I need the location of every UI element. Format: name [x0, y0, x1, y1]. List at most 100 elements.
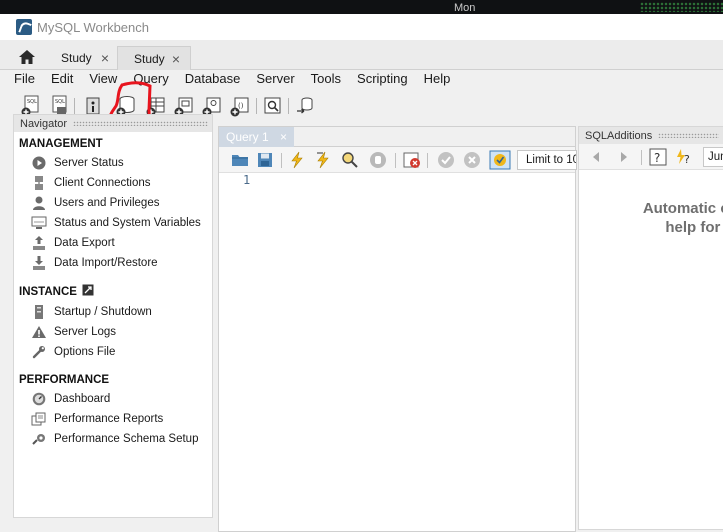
toolbar-separator [74, 98, 75, 114]
menu-bar: File Edit View Query Database Server Too… [0, 70, 723, 87]
menu-edit[interactable]: Edit [51, 71, 73, 86]
nav-item-dashboard[interactable]: Dashboard [14, 389, 212, 409]
nav-item-users-privileges[interactable]: Users and Privileges [14, 193, 212, 213]
rollback-x-icon[interactable] [463, 151, 481, 169]
window-title: MySQL Workbench [37, 19, 149, 35]
monitor-icon [30, 215, 48, 231]
menu-tools[interactable]: Tools [311, 71, 341, 86]
open-folder-icon[interactable] [231, 152, 249, 168]
menu-help[interactable]: Help [424, 71, 451, 86]
panel-grip[interactable] [73, 121, 208, 126]
toolbar-separator [427, 153, 428, 168]
section-management: MANAGEMENT [19, 138, 103, 150]
stop-hand-icon[interactable] [369, 151, 387, 169]
database-reconnect-icon [297, 97, 313, 114]
desktop-label: Mon [454, 2, 476, 14]
connection-tab-row: Study × Study × [0, 40, 723, 70]
nav-item-status-variables[interactable]: Status and System Variables [14, 213, 212, 233]
menu-query[interactable]: Query [133, 71, 168, 86]
create-function-button[interactable]: () [229, 94, 251, 118]
connection-tab-study-1[interactable]: Study × [45, 46, 119, 70]
sql-additions-panel: SQLAdditions ? ? Jun Automatic con help … [578, 126, 723, 530]
menu-file[interactable]: File [14, 71, 35, 86]
context-help-icon[interactable]: ? [649, 148, 667, 166]
explain-magnifier-icon[interactable] [341, 151, 359, 169]
connection-tab-study-2[interactable]: Study × [117, 46, 191, 70]
menu-scripting[interactable]: Scripting [357, 71, 408, 86]
connections-icon [30, 175, 48, 191]
search-table-data-button[interactable] [262, 94, 284, 118]
nav-item-server-logs[interactable]: Server Logs [14, 322, 212, 342]
section-performance: PERFORMANCE [19, 374, 110, 386]
commit-check-icon[interactable] [437, 151, 455, 169]
nav-item-label: Performance Schema Setup [54, 433, 199, 445]
auto-help-icon[interactable]: ? [675, 148, 693, 166]
gauge-icon [30, 391, 48, 407]
nav-item-label: Startup / Shutdown [54, 306, 152, 318]
navigator-header: Navigator [14, 115, 212, 132]
nav-item-label: Options File [54, 346, 116, 358]
reports-icon [30, 411, 48, 427]
section-title: INSTANCE [19, 285, 77, 298]
desktop-graph [640, 2, 723, 12]
nav-item-client-connections[interactable]: Client Connections [14, 173, 212, 193]
svg-text:SQL: SQL [55, 99, 65, 105]
mysql-workbench-logo-icon [16, 19, 32, 35]
workbench-window: MySQL Workbench Study × Study × File Edi… [0, 14, 723, 532]
nav-item-startup-shutdown[interactable]: Startup / Shutdown [14, 302, 212, 322]
toolbar-separator [281, 153, 282, 168]
nav-item-label: Data Import/Restore [54, 257, 158, 269]
nav-item-data-export[interactable]: Data Export [14, 233, 212, 253]
export-icon [30, 235, 48, 251]
nav-item-data-import[interactable]: Data Import/Restore [14, 253, 212, 273]
execute-lightning-icon[interactable] [289, 151, 305, 169]
tab-query-1[interactable]: Query 1 × [219, 127, 294, 147]
limit-rows-select[interactable]: Limit to 10 [517, 150, 577, 170]
sql-additions-toolbar: ? ? Jun [579, 144, 723, 170]
toggle-error-icon[interactable] [403, 151, 421, 169]
search-table-icon [264, 97, 281, 114]
nav-item-server-status[interactable]: Server Status [14, 153, 212, 173]
panel-grip[interactable] [658, 133, 719, 138]
warning-icon [30, 324, 48, 340]
toolbar-separator [256, 98, 257, 114]
editor-tab-bar: Query 1 × [219, 127, 575, 147]
tab-label: Study [134, 51, 165, 66]
close-icon[interactable]: × [101, 51, 109, 65]
menu-server[interactable]: Server [256, 71, 294, 86]
editor-toolbar: Limit to 10 [219, 147, 577, 173]
nav-item-label: Users and Privileges [54, 197, 160, 209]
context-help-message: Automatic con help for the [607, 199, 723, 237]
nav-item-options-file[interactable]: Options File [14, 342, 212, 362]
forward-arrow-icon[interactable] [619, 151, 629, 163]
svg-text:(): () [238, 102, 244, 110]
title-bar: MySQL Workbench [0, 14, 723, 40]
menu-view[interactable]: View [89, 71, 117, 86]
reconnect-button[interactable] [294, 94, 316, 118]
autocommit-toggle-icon[interactable] [489, 150, 511, 170]
help-line-1: Automatic con [642, 200, 723, 217]
tab-label: Study [61, 51, 92, 65]
menu-database[interactable]: Database [185, 71, 241, 86]
save-icon[interactable] [257, 152, 273, 168]
nav-item-performance-reports[interactable]: Performance Reports [14, 409, 212, 429]
nav-item-label: Client Connections [54, 177, 151, 189]
nav-item-label: Status and System Variables [54, 217, 201, 229]
close-icon[interactable]: × [280, 131, 287, 143]
instance-status-icon [82, 284, 94, 299]
nav-item-performance-schema-setup[interactable]: Performance Schema Setup [14, 429, 212, 449]
toolbar-separator [395, 153, 396, 168]
editor-tab-label: Query 1 [226, 130, 269, 144]
sql-additions-header: SQLAdditions [579, 127, 723, 144]
help-line-2: help for the [665, 219, 723, 236]
close-icon[interactable]: × [172, 52, 180, 66]
navigator-panel: Navigator MANAGEMENT Server Status Clien… [13, 114, 213, 518]
back-arrow-icon[interactable] [591, 151, 601, 163]
desktop-background: Mon [0, 0, 723, 14]
svg-text:?: ? [654, 151, 660, 165]
home-tab[interactable] [8, 44, 46, 70]
jump-to-select[interactable]: Jun [703, 147, 723, 167]
execute-current-icon[interactable] [315, 151, 331, 169]
sql-additions-title: SQLAdditions [585, 129, 653, 142]
import-icon [30, 255, 48, 271]
